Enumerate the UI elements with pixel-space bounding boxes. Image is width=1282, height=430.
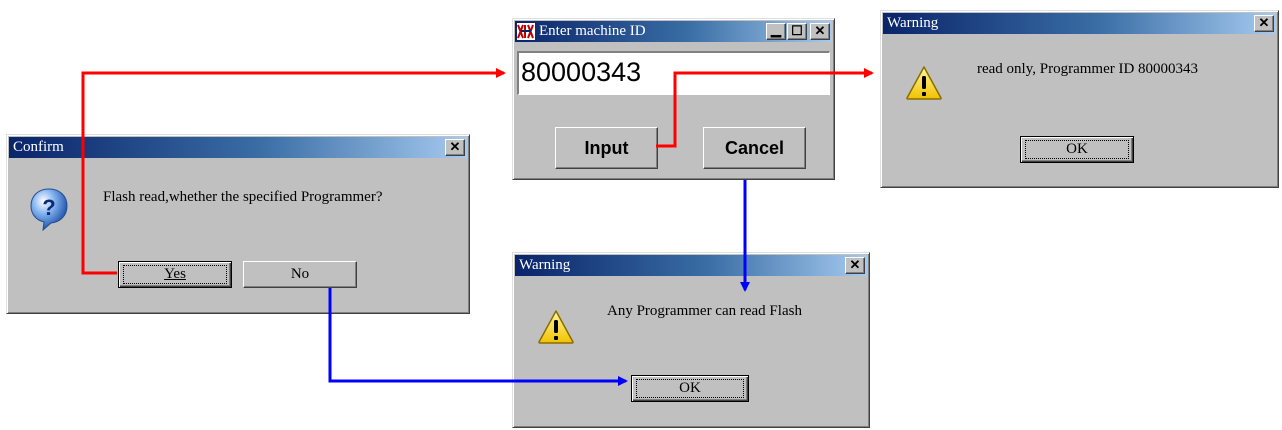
question-icon: ? <box>29 187 69 236</box>
machine-id-input[interactable]: 80000343 <box>517 51 830 95</box>
minimize-button[interactable]: ▁ <box>766 23 786 40</box>
yes-button-label: Yes <box>164 266 186 282</box>
svg-text:?: ? <box>42 195 55 220</box>
warning-any-close-button[interactable]: ✕ <box>845 257 865 274</box>
confirm-message: Flash read,whether the specified Program… <box>103 189 383 205</box>
cancel-button[interactable]: Cancel <box>703 127 806 169</box>
cancel-button-label: Cancel <box>724 138 785 158</box>
warning-any-ok-label: OK <box>679 380 701 396</box>
warning-readonly-titlebar[interactable]: Warning ✕ <box>883 13 1276 34</box>
input-button[interactable]: Input <box>555 127 658 169</box>
app-logo-icon <box>517 23 535 47</box>
no-button-label: No <box>290 266 310 282</box>
machine-id-value: 80000343 <box>521 57 642 87</box>
warning-readonly-ok-button[interactable]: OK <box>1020 136 1134 163</box>
warning-readonly-dialog: Warning ✕ read only, Programmer ID 80000… <box>880 10 1279 188</box>
machine-id-title: Enter machine ID <box>539 23 646 39</box>
confirm-dialog: Confirm ✕ ? Flash read,whether the speci… <box>6 134 470 314</box>
warning-any-message: Any Programmer can read Flash <box>607 303 802 319</box>
no-button[interactable]: No <box>243 261 357 288</box>
warning-any-title: Warning <box>519 257 571 273</box>
confirm-close-button[interactable]: ✕ <box>445 139 465 156</box>
warning-readonly-title: Warning <box>887 15 939 31</box>
warning-icon <box>905 65 943 106</box>
input-button-label: Input <box>584 138 629 158</box>
warning-icon <box>537 309 575 350</box>
machine-id-dialog: Enter machine ID ▁ ☐ ✕ 80000343 Input Ca… <box>512 18 835 180</box>
machine-id-titlebar[interactable]: Enter machine ID ▁ ☐ ✕ <box>515 21 832 42</box>
confirm-title: Confirm <box>13 139 64 155</box>
warning-any-dialog: Warning ✕ Any Programmer can read Flash … <box>512 252 870 428</box>
yes-button[interactable]: Yes <box>118 261 232 288</box>
machine-id-close-button[interactable]: ✕ <box>810 23 830 40</box>
warning-any-titlebar[interactable]: Warning ✕ <box>515 255 867 276</box>
warning-readonly-message: read only, Programmer ID 80000343 <box>977 61 1199 77</box>
maximize-button[interactable]: ☐ <box>787 23 807 40</box>
warning-readonly-close-button[interactable]: ✕ <box>1254 15 1274 32</box>
confirm-titlebar[interactable]: Confirm ✕ <box>9 137 467 158</box>
warning-readonly-ok-label: OK <box>1066 141 1088 157</box>
warning-any-ok-button[interactable]: OK <box>631 375 749 402</box>
